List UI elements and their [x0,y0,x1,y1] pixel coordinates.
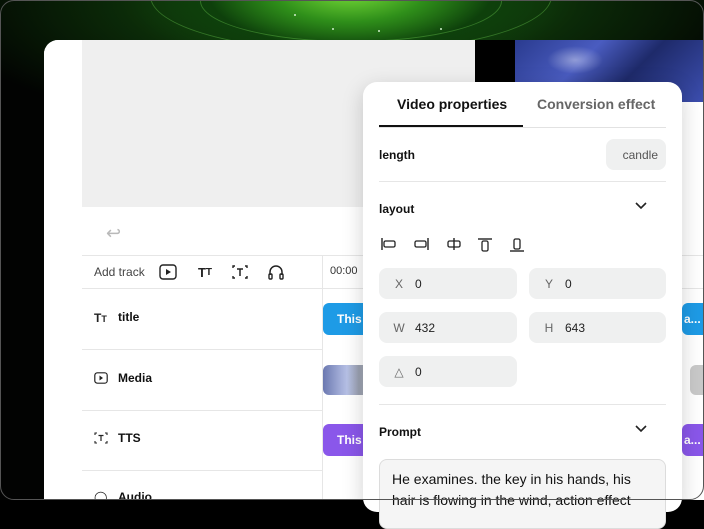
align-right-icon[interactable] [412,237,430,254]
track-row-title[interactable]: TT title [82,289,322,350]
w-value: 432 [415,320,436,335]
x-field[interactable]: X 0 [379,268,517,299]
prompt-textarea[interactable]: He examines. the key in his hands, his h… [379,459,666,529]
track-row-media[interactable]: Media [82,350,322,411]
y-field[interactable]: Y 0 [529,268,666,299]
tts-icon [94,432,108,447]
align-center-horizontal-icon[interactable] [445,237,463,254]
track-row-audio[interactable]: ◯ Audio [82,470,322,500]
section-divider [379,181,666,182]
left-gutter [44,40,82,500]
audio-icon: ◯ [94,490,108,500]
text-track-icon: TT [94,311,107,325]
section-divider [379,404,666,405]
add-tts-icon[interactable] [229,261,251,283]
width-field[interactable]: W 432 [379,312,517,343]
sparkle-dot [440,28,442,30]
tts-clip-label: This [337,433,362,447]
tts-clip-right-label: a... [684,433,701,447]
prompt-text: He examines. the key in his hands, his h… [392,471,631,508]
sparkle-dot [332,28,334,30]
layout-chevron-down-icon[interactable] [634,200,648,214]
add-track-label: Add track [94,265,145,279]
h-key: H [544,320,554,335]
media-clip-right[interactable] [690,365,704,395]
layout-label: layout [379,202,415,216]
height-field[interactable]: H 643 [529,312,666,343]
track-row-tts[interactable]: TTS [82,410,322,471]
undo-icon[interactable]: ↩ [106,223,121,244]
tab-video-properties[interactable]: Video properties [397,96,507,112]
y-value: 0 [565,276,572,291]
timecode: 00:00 [330,265,358,277]
sparkle-dot [378,30,380,32]
prompt-label: Prompt [379,425,421,439]
w-key: W [393,320,405,335]
active-tab-indicator [379,125,523,127]
tab-conversion-effect[interactable]: Conversion effect [537,96,655,112]
tts-clip-right[interactable]: a... [682,424,704,456]
length-select[interactable]: candle [606,139,666,170]
x-key: X [394,276,403,291]
rotation-value: 0 [415,364,422,379]
track-label: title [118,310,140,324]
add-video-icon[interactable] [157,261,179,283]
title-clip-right[interactable]: a... [682,303,704,335]
add-audio-icon[interactable] [265,261,287,283]
h-value: 643 [565,320,586,335]
prompt-chevron-down-icon[interactable] [634,423,648,437]
properties-panel: Video properties Conversion effect lengt… [363,82,682,529]
rotation-icon: △ [394,364,404,379]
align-bottom-icon[interactable] [509,237,525,256]
header-divider [322,256,323,288]
x-value: 0 [415,276,422,291]
title-clip-label: This [337,312,362,326]
title-clip-right-label: a... [684,312,701,326]
track-label: Audio [118,490,152,500]
track-label: Media [118,371,153,385]
play-icon [94,372,108,387]
tabs-divider [379,127,666,128]
length-label: length [379,148,415,162]
rotation-field[interactable]: △ 0 [379,356,517,387]
sparkle-dot [294,14,296,16]
track-label: TTS [118,431,141,445]
align-top-icon[interactable] [477,237,493,256]
length-value: candle [622,147,658,162]
align-left-icon[interactable] [380,237,398,254]
add-text-icon[interactable]: TT [194,261,216,283]
y-key: Y [544,276,553,291]
